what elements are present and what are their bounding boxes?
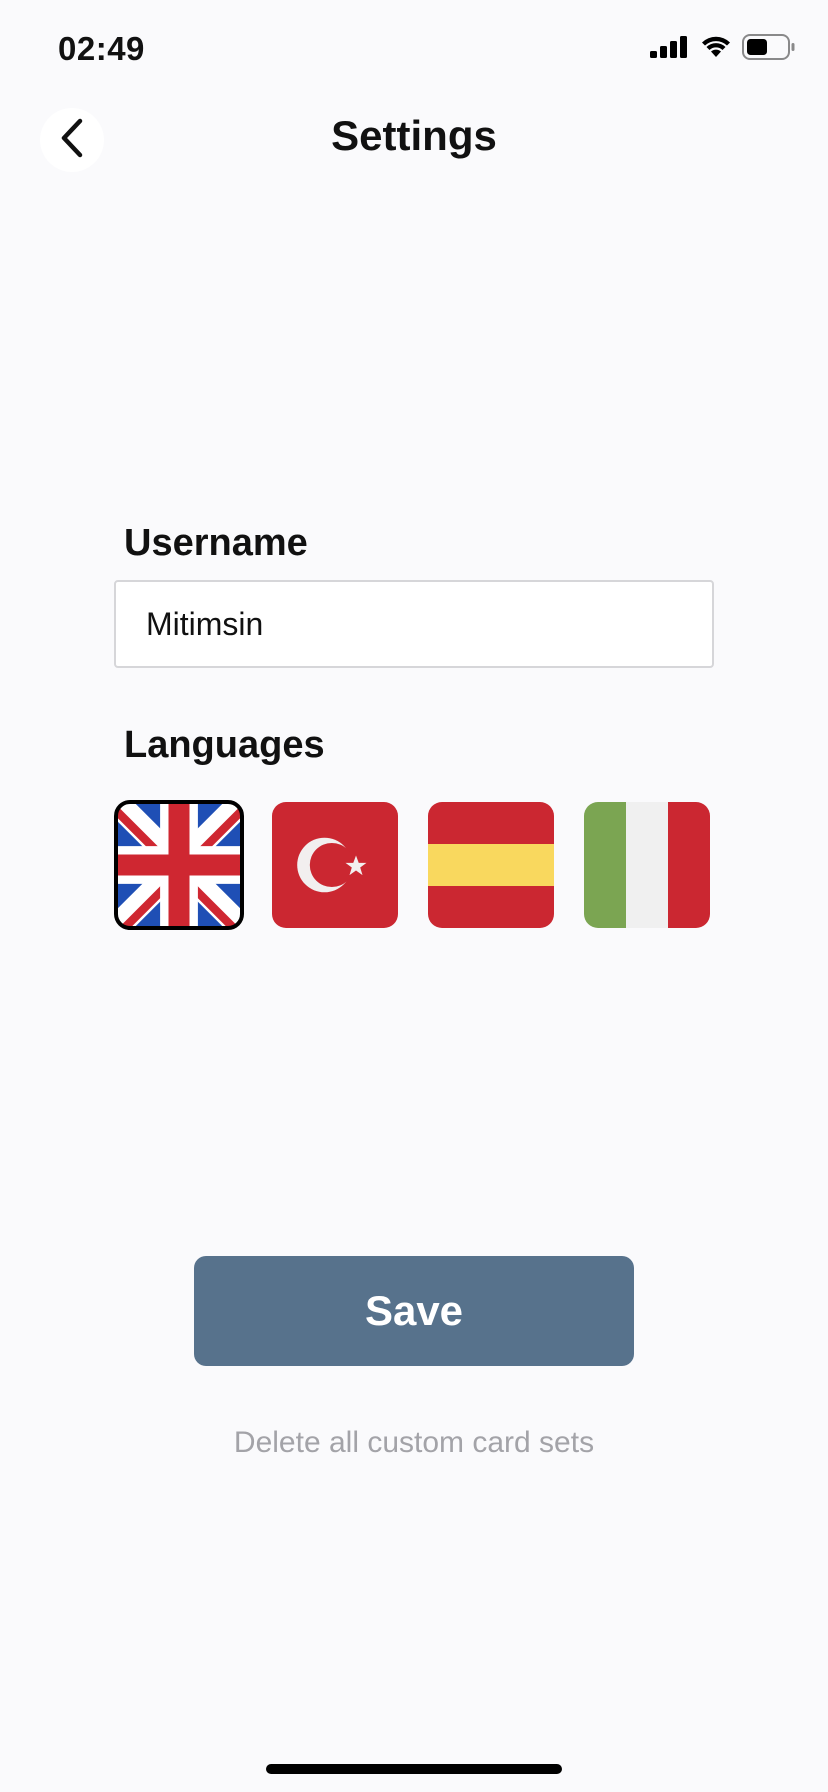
username-label: Username: [124, 522, 308, 564]
settings-screen: 02:49 Settings Username Mitimsin Languag…: [0, 0, 828, 1792]
status-time: 02:49: [58, 30, 145, 67]
wifi-icon: [700, 35, 732, 59]
flag-italy-icon: [584, 802, 710, 928]
status-icons: [650, 34, 796, 60]
languages-label: Languages: [124, 724, 325, 766]
flag-spain-button[interactable]: [428, 802, 554, 928]
flag-uk-button[interactable]: [114, 800, 244, 930]
save-button[interactable]: Save: [194, 1256, 634, 1366]
username-input[interactable]: [114, 580, 714, 668]
flag-uk-icon: [116, 802, 242, 928]
language-selector: [114, 800, 714, 932]
flag-italy-button[interactable]: [584, 802, 710, 928]
flag-turkey-icon: [272, 802, 398, 928]
flag-turkey-button[interactable]: [272, 802, 398, 928]
signal-icon: [650, 36, 690, 58]
battery-icon: [742, 34, 796, 60]
home-indicator: [266, 1764, 562, 1774]
page-title: Settings: [331, 112, 497, 159]
delete-custom-card-sets-link[interactable]: Delete all custom card sets: [0, 1426, 828, 1460]
flag-spain-icon: [428, 802, 554, 928]
